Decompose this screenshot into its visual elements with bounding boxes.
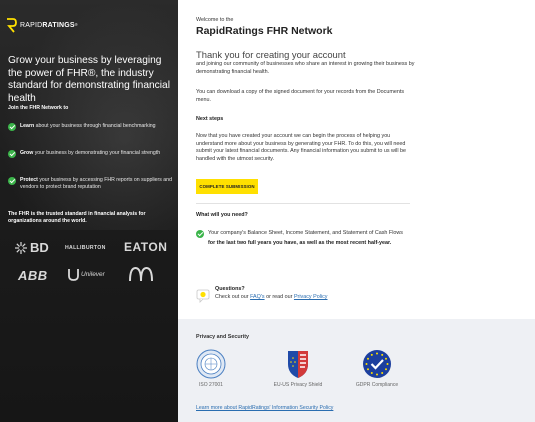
- gdpr-compliance-label: GDPR Compliance: [355, 382, 399, 388]
- questions-block: Questions? Check out our FAQ's or read o…: [196, 286, 328, 303]
- faq-link[interactable]: FAQ's: [250, 294, 265, 300]
- join-title: Join the FHR Network to: [8, 105, 69, 111]
- privacy-policy-link[interactable]: Privacy Policy: [294, 294, 328, 300]
- next-steps-title: Next steps: [196, 116, 224, 122]
- trusted-statement: The FHR is the trusted standard in finan…: [8, 211, 146, 225]
- question-chat-icon: [196, 289, 210, 303]
- benefit-protect: Protect your business by accessing FHR r…: [8, 177, 173, 191]
- check-icon: [8, 123, 16, 131]
- check-icon: [8, 177, 16, 185]
- divider: [196, 203, 410, 204]
- privacy-security-title: Privacy and Security: [196, 334, 250, 340]
- check-icon: [196, 230, 204, 238]
- page-title: RapidRatings FHR Network: [196, 25, 333, 37]
- benefit-learn: Learn about your business through financ…: [8, 123, 173, 131]
- privacy-shield-icon: [288, 351, 308, 378]
- brand-logo-abb: ABB: [18, 268, 48, 283]
- left-headline: Grow your business by leveraging the pow…: [8, 55, 170, 104]
- brand-logo-eaton: EATON: [124, 240, 168, 254]
- brand-logo-unilever: Unilever: [68, 268, 105, 281]
- security-policy-link[interactable]: Learn more about RapidRatings' Informati…: [196, 405, 333, 411]
- download-text: You can download a copy of the signed do…: [196, 89, 405, 103]
- bd-starburst-icon: [15, 241, 27, 254]
- brand-logo-bd: BD: [14, 240, 49, 255]
- complete-submission-button[interactable]: COMPLETE SUBMISSION: [196, 179, 258, 194]
- left-panel: RAPIDRATINGS® Grow your business by leve…: [0, 0, 178, 422]
- unilever-u-icon: [68, 269, 79, 281]
- benefit-text: Grow your business by demonstrating your…: [20, 150, 161, 156]
- requirement-text: Your company's Balance Sheet, Income Sta…: [208, 230, 403, 246]
- brand-logo-halliburton: HALLIBURTON: [65, 245, 106, 251]
- welcome-label: Welcome to the: [196, 17, 234, 23]
- privacy-shield-label: EU-US Privacy Shield: [273, 382, 323, 388]
- logo-text: RAPIDRATINGS®: [20, 22, 78, 29]
- mcdonalds-arches-icon: [129, 266, 153, 282]
- benefit-text: Protect your business by accessing FHR r…: [20, 177, 172, 191]
- iso-27001-badge: ISO 27001: [190, 349, 232, 388]
- benefit-text: Learn about your business through financ…: [20, 123, 156, 129]
- rapidratings-logo: RAPIDRATINGS®: [6, 18, 78, 33]
- iso-27001-label: ISO 27001: [199, 382, 223, 388]
- thanks-heading: Thank you for creating your account: [196, 49, 346, 60]
- logo-mark-icon: [7, 18, 17, 33]
- gdpr-compliance-icon: [363, 350, 391, 378]
- intro-text: and joining our community of businesses …: [196, 61, 415, 75]
- check-icon: [8, 150, 16, 158]
- benefit-grow: Grow your business by demonstrating your…: [8, 150, 173, 158]
- iso-27001-seal-icon: [196, 349, 226, 379]
- questions-title: Questions?: [215, 286, 245, 292]
- next-steps-body: Now that you have created your account w…: [196, 133, 407, 162]
- requirement-item: Your company's Balance Sheet, Income Sta…: [196, 229, 410, 248]
- questions-text: Check out our FAQ's or read our Privacy …: [215, 294, 328, 300]
- what-you-need-title: What will you need?: [196, 212, 248, 218]
- privacy-shield-badge: EU-US Privacy Shield: [268, 349, 328, 388]
- gdpr-compliance-badge: GDPR Compliance: [348, 349, 406, 388]
